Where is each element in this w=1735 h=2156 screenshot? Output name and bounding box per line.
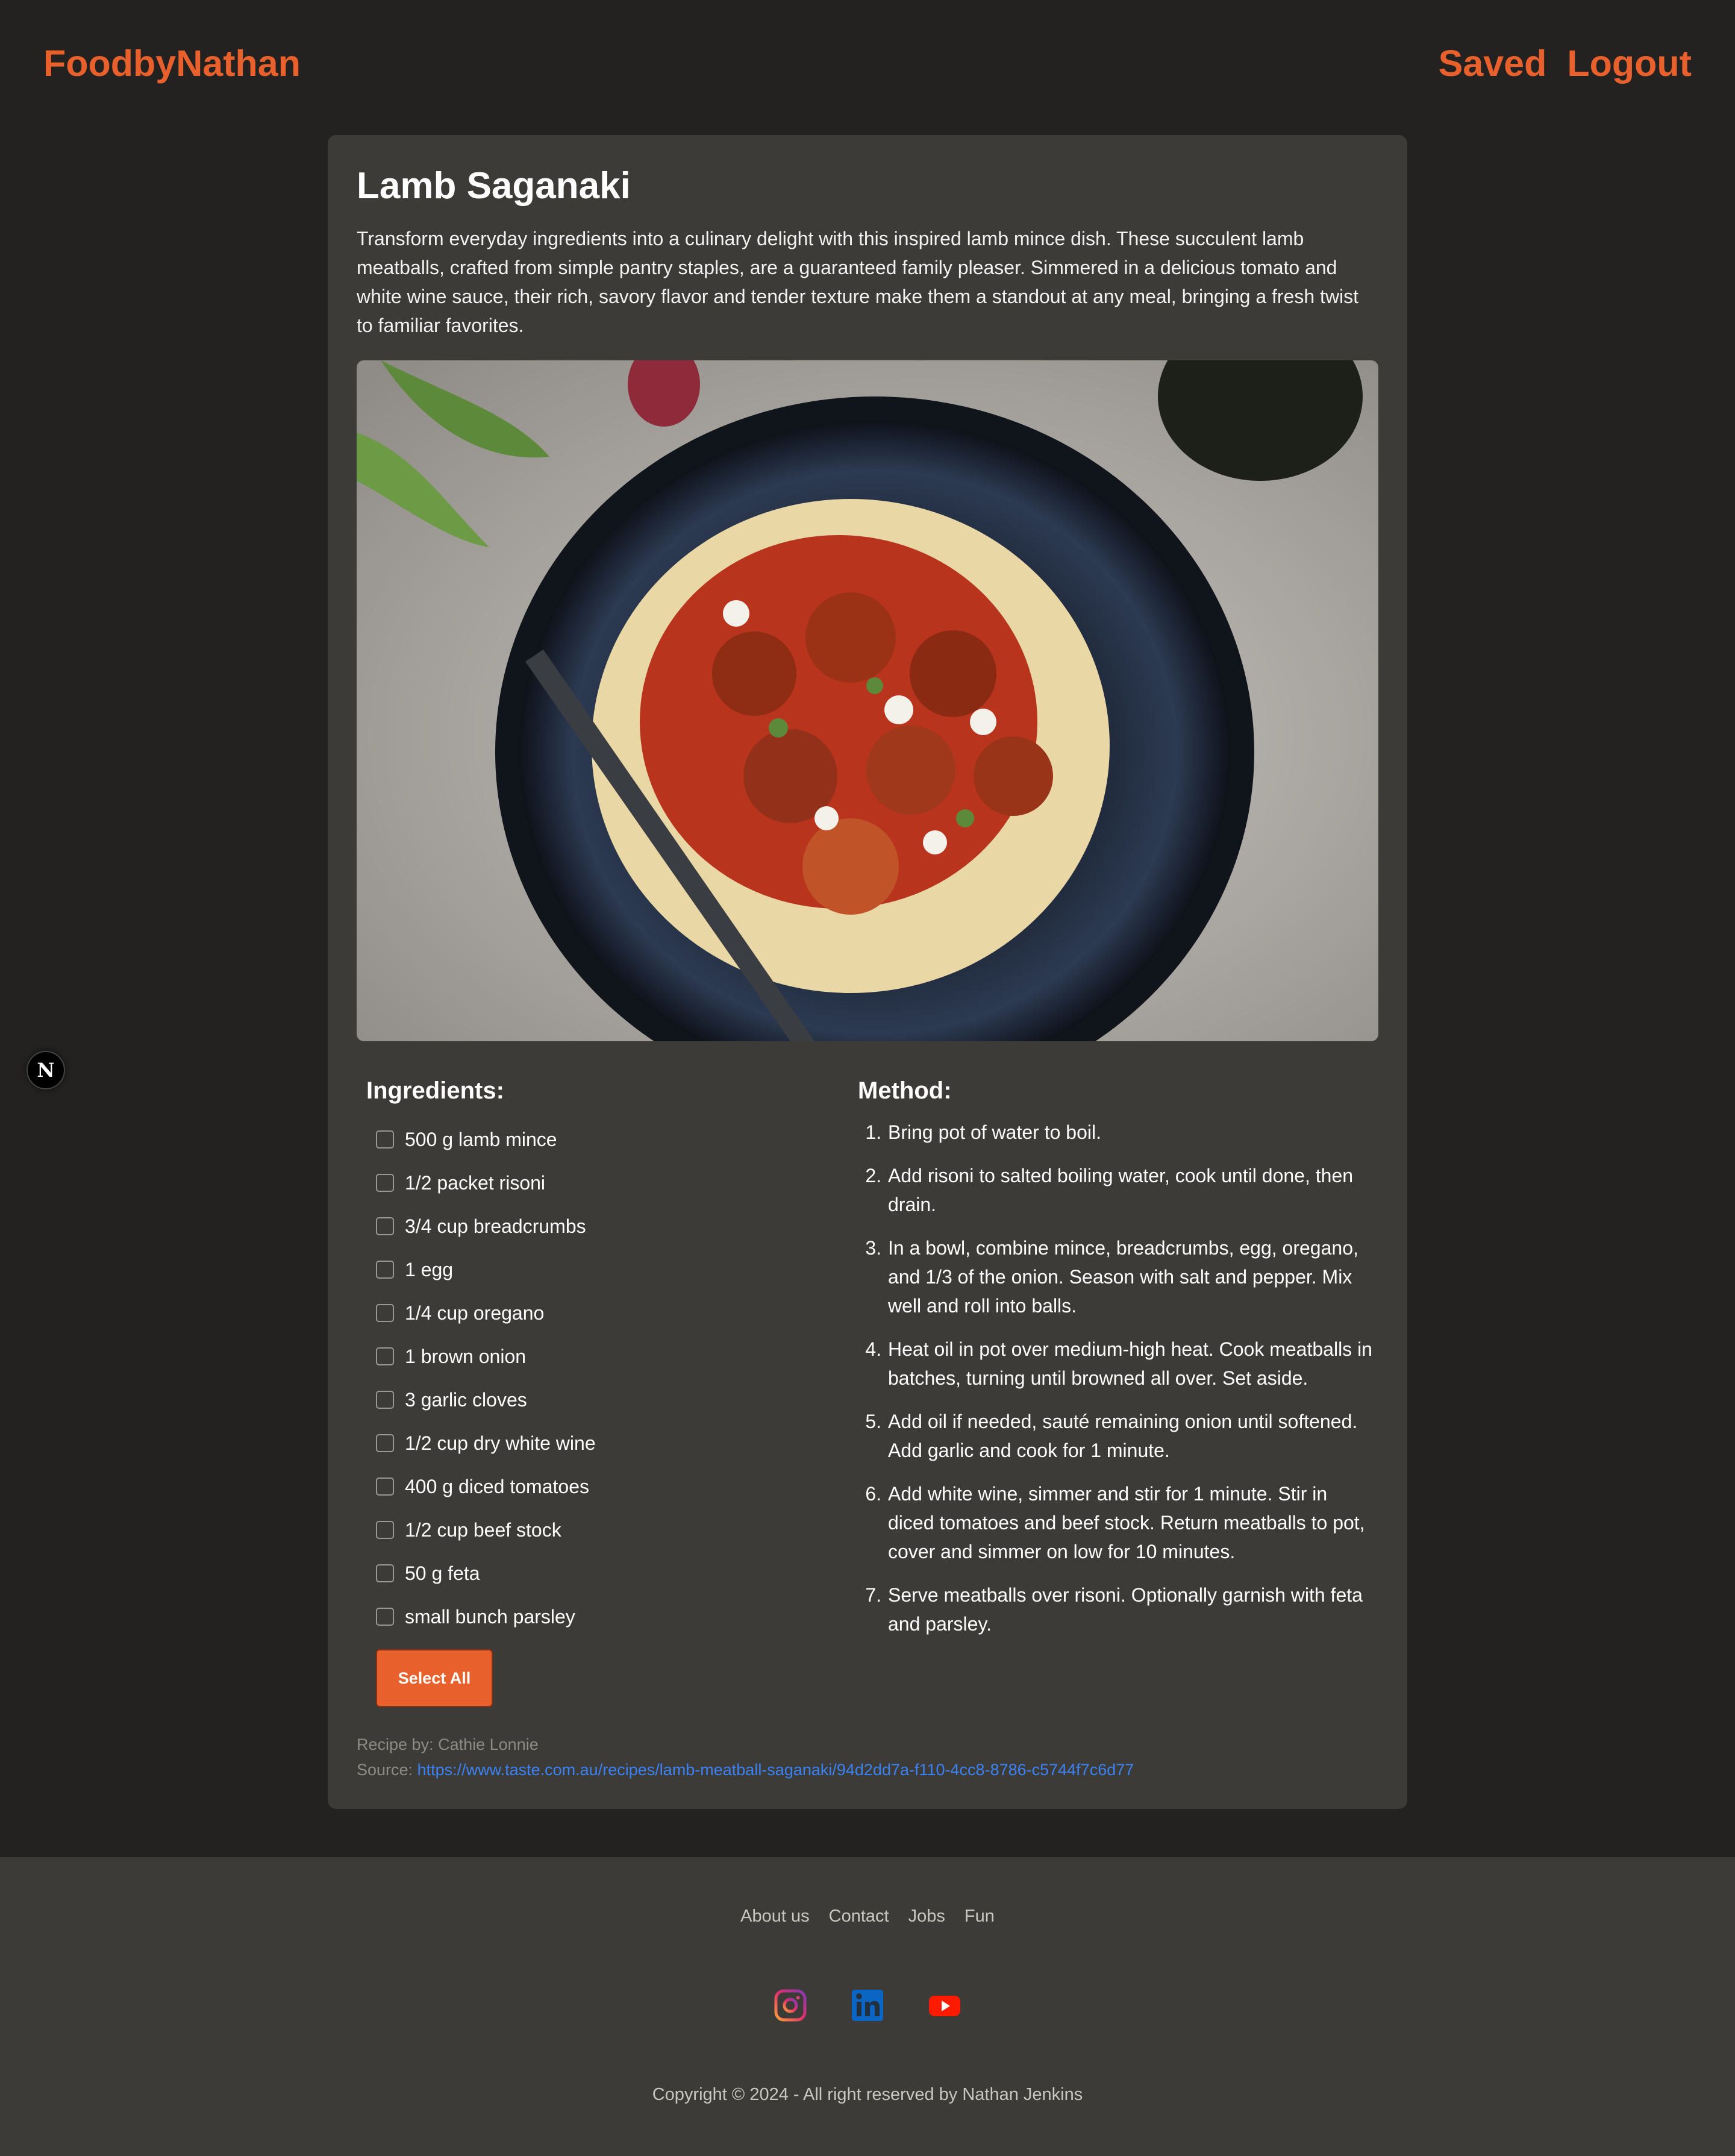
method-heading: Method: xyxy=(858,1077,952,1105)
brand-logo[interactable]: FoodbyNathan xyxy=(43,42,301,84)
footer-link-jobs[interactable]: Jobs xyxy=(908,1907,945,1926)
instagram-icon[interactable] xyxy=(774,1988,807,2022)
method-step: Serve meatballs over risoni. Optionally … xyxy=(887,1581,1378,1638)
ingredients-heading: Ingredients: xyxy=(366,1077,504,1105)
ingredient-item: 3 garlic cloves xyxy=(376,1378,858,1421)
ingredient-item: 1/2 packet risoni xyxy=(376,1161,858,1205)
method-step: Heat oil in pot over medium-high heat. C… xyxy=(887,1335,1378,1393)
ingredient-label: 50 g feta xyxy=(405,1562,480,1584)
method-step: Add white wine, simmer and stir for 1 mi… xyxy=(887,1479,1378,1566)
nav-logout-link[interactable]: Logout xyxy=(1567,42,1692,84)
method-list: Bring pot of water to boil. Add risoni to… xyxy=(858,1118,1378,1638)
ingredient-checkbox[interactable] xyxy=(376,1564,394,1583)
footer-link-about[interactable]: About us xyxy=(740,1907,809,1926)
ingredient-label: 1 brown onion xyxy=(405,1345,527,1367)
footer-links: About us Contact Jobs Fun xyxy=(0,1907,1735,1926)
youtube-icon[interactable] xyxy=(928,1988,961,2022)
ingredient-item: 1/4 cup oregano xyxy=(376,1291,858,1335)
footer-link-contact[interactable]: Contact xyxy=(829,1907,889,1926)
ingredient-checkbox[interactable] xyxy=(376,1521,394,1540)
ingredient-checkbox[interactable] xyxy=(376,1391,394,1409)
ingredient-item: 1/2 cup dry white wine xyxy=(376,1421,858,1465)
ingredient-checkbox[interactable] xyxy=(376,1261,394,1279)
ingredient-item: 1 egg xyxy=(376,1248,858,1291)
ingredient-label: 1 egg xyxy=(405,1258,454,1280)
method-step: Add oil if needed, sauté remaining onion… xyxy=(887,1407,1378,1465)
ingredient-checkbox[interactable] xyxy=(376,1434,394,1453)
ingredient-item: 1/2 cup beef stock xyxy=(376,1508,858,1552)
ingredient-label: 1/2 cup beef stock xyxy=(405,1518,561,1541)
ingredients-list: 500 g lamb mince 1/2 packet risoni 3/4 cup… xyxy=(366,1118,858,1638)
copyright-text: Copyright © 2024 - All right reserved by… xyxy=(652,2085,1083,2104)
recipe-meta: Recipe by: Cathie Lonnie Source: https:/… xyxy=(357,1732,1134,1782)
recipe-card: Lamb Saganaki Transform everyday ingredi… xyxy=(328,135,1407,1809)
ingredient-label: 1/4 cup oregano xyxy=(405,1302,545,1324)
ingredient-label: small bunch parsley xyxy=(405,1605,575,1628)
ingredient-checkbox[interactable] xyxy=(376,1174,394,1192)
ingredient-item: 400 g diced tomatoes xyxy=(376,1465,858,1508)
linkedin-icon[interactable] xyxy=(851,1988,884,2022)
recipe-author: Recipe by: Cathie Lonnie xyxy=(357,1732,1134,1757)
ingredient-label: 1/2 packet risoni xyxy=(405,1171,546,1194)
recipe-photo xyxy=(357,360,1378,1042)
ingredient-item: 50 g feta xyxy=(376,1552,858,1595)
ingredient-checkbox[interactable] xyxy=(376,1478,394,1496)
recipe-title: Lamb Saganaki xyxy=(357,165,631,207)
ingredient-checkbox[interactable] xyxy=(376,1217,394,1236)
recipe-columns: Ingredients: 500 g lamb mince 1/2 packet … xyxy=(357,1077,1378,1708)
author-label: Recipe by: xyxy=(357,1735,434,1753)
ingredient-checkbox[interactable] xyxy=(376,1304,394,1323)
recipe-source: Source: https://www.taste.com.au/recipes… xyxy=(357,1757,1134,1782)
method-step: Bring pot of water to boil. xyxy=(887,1118,1378,1147)
ingredient-label: 400 g diced tomatoes xyxy=(405,1475,589,1497)
ingredient-checkbox[interactable] xyxy=(376,1130,394,1149)
top-nav: Saved Logout xyxy=(1439,42,1692,84)
method-section: Method: Bring pot of water to boil. Add r… xyxy=(858,1077,1378,1707)
method-step: Add risoni to salted boiling water, cook… xyxy=(887,1161,1378,1219)
ingredient-label: 3 garlic cloves xyxy=(405,1388,527,1411)
ingredient-label: 500 g lamb mince xyxy=(405,1128,557,1150)
source-label: Source: xyxy=(357,1761,413,1779)
ingredient-item: 1 brown onion xyxy=(376,1335,858,1378)
ingredient-label: 1/2 cup dry white wine xyxy=(405,1432,596,1454)
method-step: In a bowl, combine mince, breadcrumbs, e… xyxy=(887,1233,1378,1320)
social-links xyxy=(0,1988,1735,2022)
footer-link-fun[interactable]: Fun xyxy=(964,1907,995,1926)
ingredient-item: 500 g lamb mince xyxy=(376,1118,858,1161)
ingredient-label: 3/4 cup breadcrumbs xyxy=(405,1215,586,1237)
ingredient-checkbox[interactable] xyxy=(376,1347,394,1366)
ingredients-section: Ingredients: 500 g lamb mince 1/2 packet … xyxy=(357,1077,858,1708)
recipe-description: Transform everyday ingredients into a cu… xyxy=(357,228,1359,337)
ingredient-item: small bunch parsley xyxy=(376,1595,858,1638)
source-link[interactable]: https://www.taste.com.au/recipes/lamb-me… xyxy=(417,1761,1134,1779)
nextjs-dev-badge-icon[interactable]: N xyxy=(27,1051,65,1089)
select-all-button[interactable]: Select All xyxy=(376,1649,493,1708)
nav-saved-link[interactable]: Saved xyxy=(1439,42,1547,84)
ingredient-item: 3/4 cup breadcrumbs xyxy=(376,1205,858,1248)
site-footer: About us Contact Jobs Fun Copyright © 20… xyxy=(0,1857,1735,2156)
ingredient-checkbox[interactable] xyxy=(376,1608,394,1626)
author-name: Cathie Lonnie xyxy=(438,1735,539,1753)
